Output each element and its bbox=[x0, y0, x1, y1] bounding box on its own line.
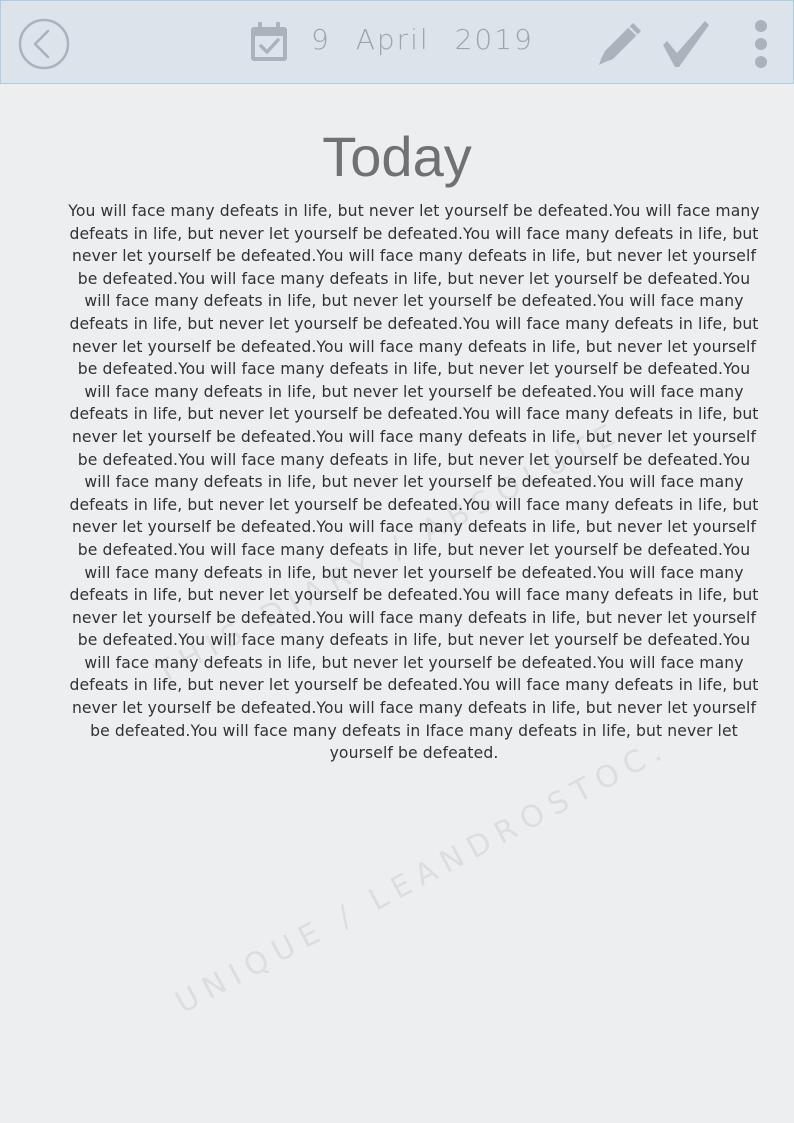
pencil-icon[interactable] bbox=[597, 19, 645, 67]
page-title: Today bbox=[322, 125, 472, 188]
calendar-check-icon[interactable] bbox=[249, 21, 289, 63]
top-app-bar: 9 April 2019 bbox=[0, 0, 794, 84]
watermark-text: UNIQUE / LEANDROSTOC. bbox=[170, 730, 675, 1021]
back-arrow-circle-icon[interactable] bbox=[17, 17, 71, 71]
more-vertical-icon[interactable] bbox=[745, 17, 777, 71]
entry-date[interactable]: 9 April 2019 bbox=[311, 23, 534, 56]
diary-entry-text[interactable]: You will face many defeats in life, but … bbox=[64, 200, 764, 765]
checkmark-icon[interactable] bbox=[659, 19, 711, 69]
